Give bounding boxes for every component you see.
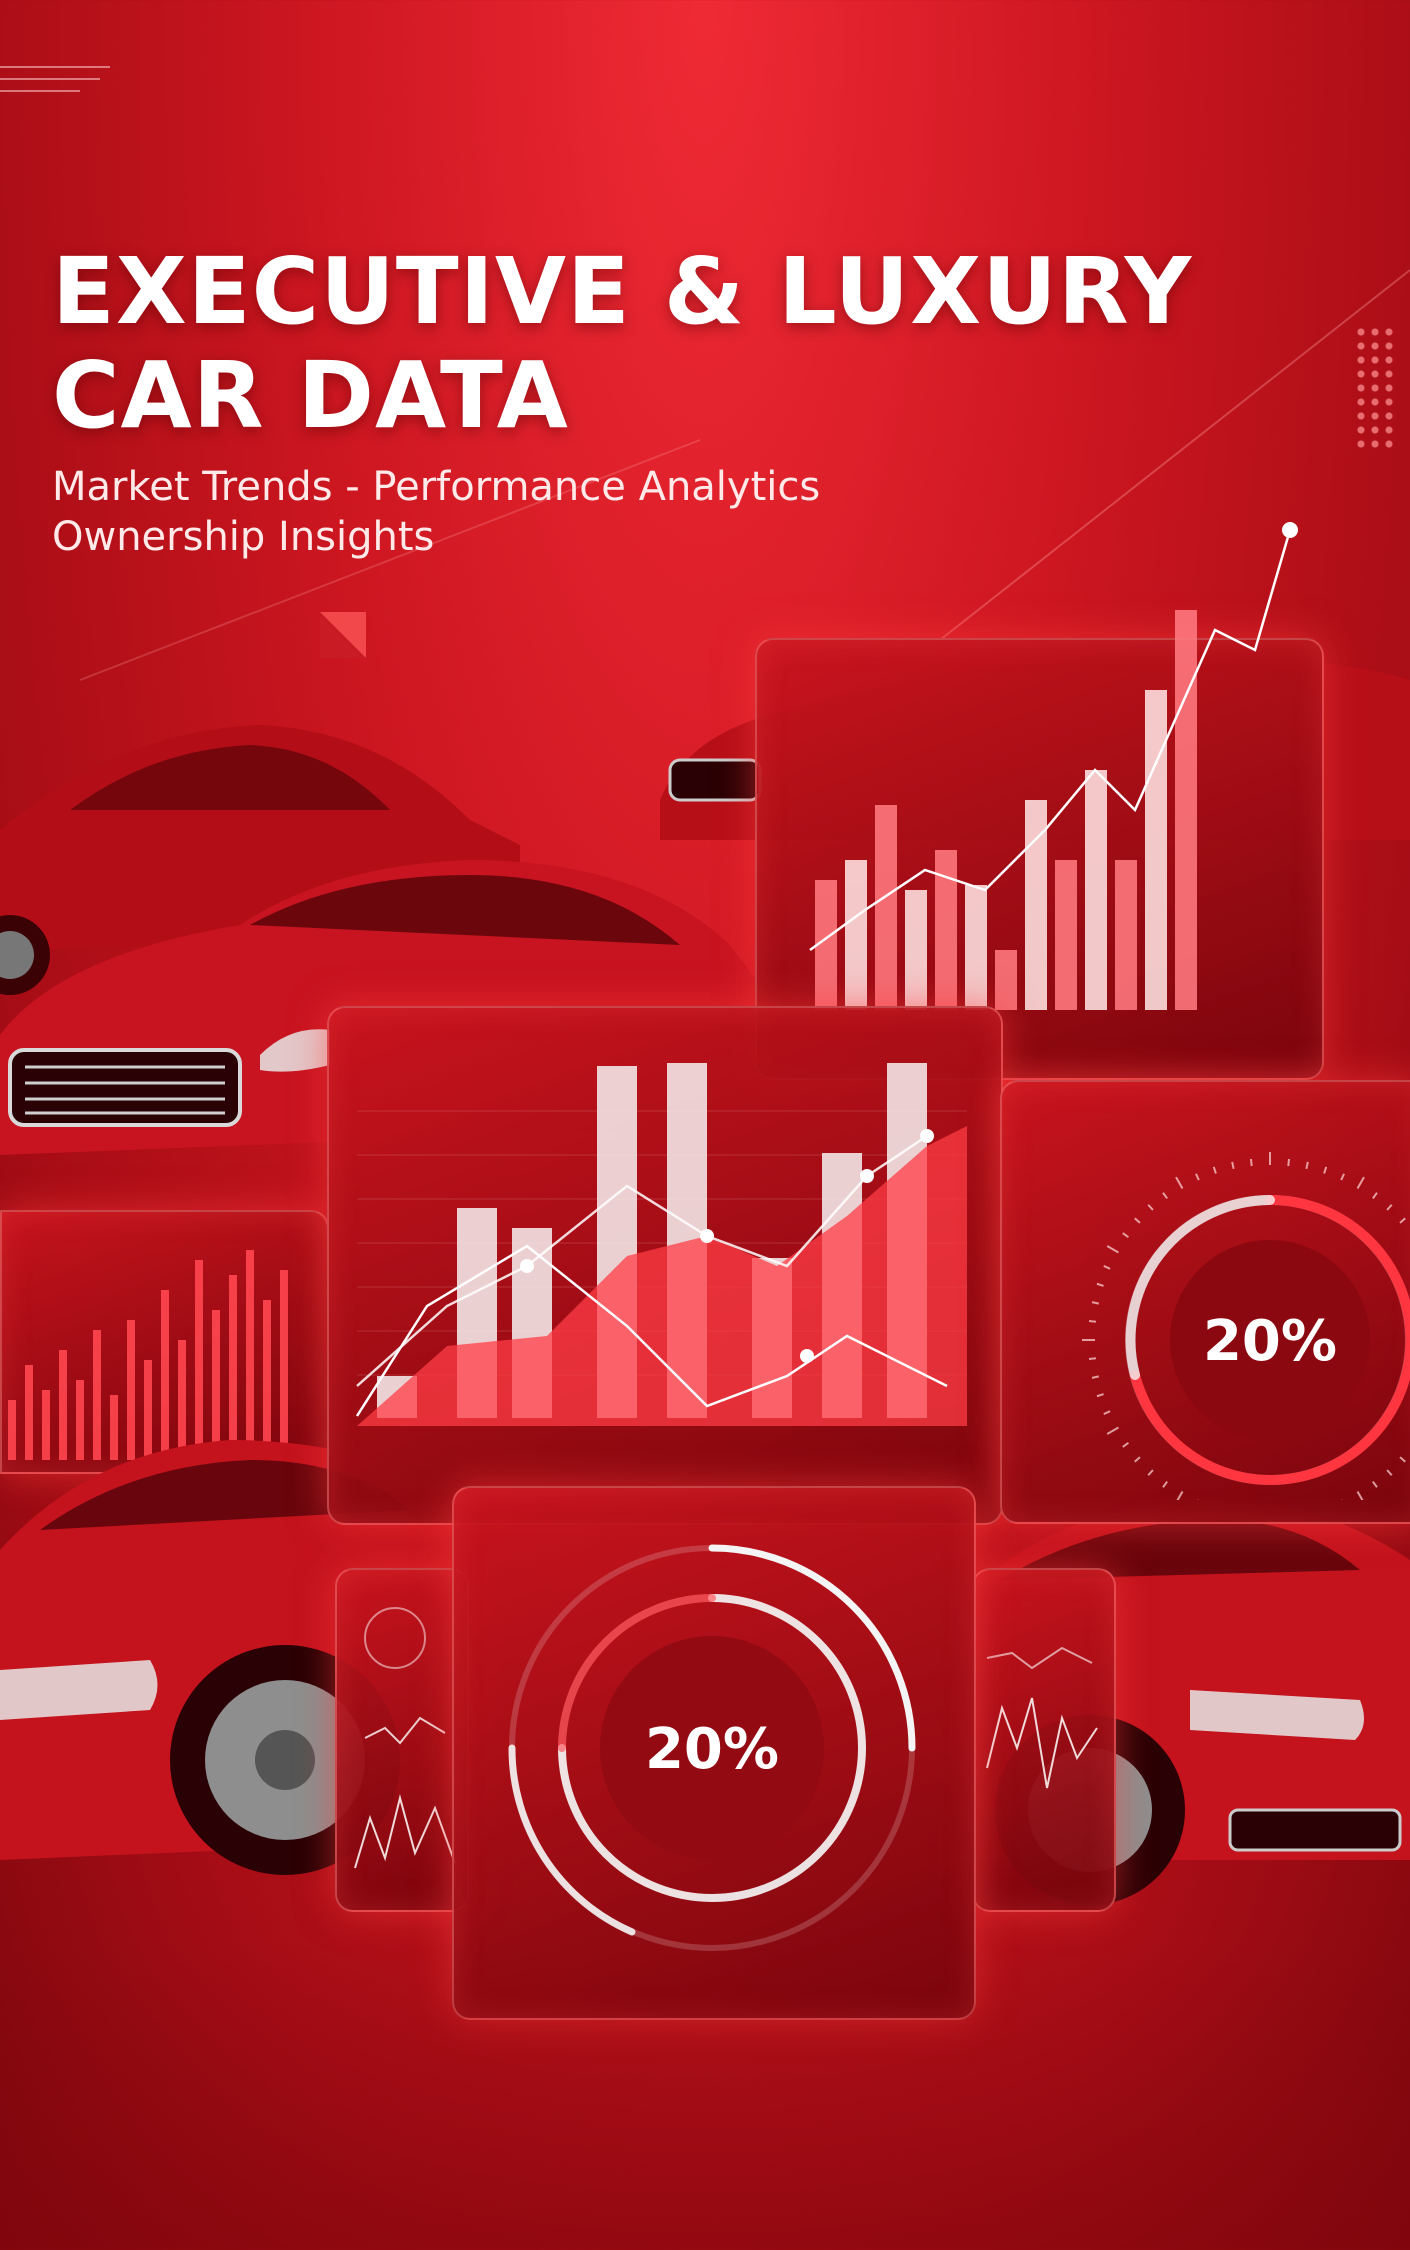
gauge-tick <box>1212 1166 1217 1174</box>
gauge-tick <box>1399 1456 1406 1463</box>
gauge-tick <box>1106 1245 1119 1254</box>
trend-point <box>800 1349 814 1363</box>
trend-point <box>1282 522 1298 538</box>
gauge-tick <box>1372 1480 1378 1488</box>
bar-chart-main <box>355 1063 967 1426</box>
gauge-tick <box>1122 1232 1130 1238</box>
reflective-floor <box>0 1940 1410 2250</box>
gauge-tick <box>1147 1469 1154 1476</box>
chart-bar <box>905 890 927 1010</box>
gauge-tick <box>1323 1166 1328 1174</box>
gauge-tick <box>1103 1410 1111 1415</box>
gauge-tick <box>1175 1176 1184 1189</box>
trend-point <box>520 1259 534 1273</box>
gauge-tick <box>1386 1204 1393 1211</box>
trend-point <box>700 1229 714 1243</box>
gauge-tick <box>1231 1161 1235 1170</box>
chart-bar <box>1175 610 1197 1010</box>
bar-chart-top <box>809 522 1298 1010</box>
title-line-1: EXECUTIVE & LUXURY <box>52 238 1193 345</box>
gauge-tick <box>1096 1282 1104 1287</box>
gauge-tick <box>1340 1173 1345 1181</box>
gauge-tick <box>1356 1176 1365 1189</box>
gauge-tick <box>1386 1469 1393 1476</box>
gauge-tick <box>1103 1265 1111 1270</box>
title-line-2: CAR DATA <box>52 342 569 449</box>
chart-bar <box>845 860 867 1010</box>
gauge-tick <box>1287 1158 1291 1167</box>
circular-gauge-right: 20% <box>1082 1152 1410 1500</box>
chart-bar <box>1085 770 1107 1010</box>
gauge-tick <box>1305 1161 1309 1170</box>
chart-bar <box>1055 860 1077 1010</box>
gauge-tick <box>1096 1393 1104 1398</box>
gauge-tick <box>1249 1158 1253 1167</box>
gauge-tick <box>1195 1173 1200 1181</box>
gauge-tick <box>1134 1456 1141 1463</box>
gauge-tick <box>1122 1442 1130 1448</box>
line-chart-left <box>354 1607 456 1869</box>
chart-bar <box>1145 690 1167 1010</box>
chart-bar <box>995 950 1017 1010</box>
gauge-tick <box>1091 1301 1100 1305</box>
gauge-tick <box>1147 1204 1154 1211</box>
gauge-tick <box>1088 1319 1097 1323</box>
gauge-tick <box>1162 1192 1168 1200</box>
gauge-tick <box>1162 1480 1168 1488</box>
chart-bar <box>965 885 987 1010</box>
gauge-right-value: 20% <box>1203 1309 1337 1374</box>
gauge-tick <box>1356 1491 1364 1500</box>
gauge-tick <box>1088 1357 1097 1361</box>
chart-bar <box>1115 860 1137 1010</box>
gauge-tick <box>1399 1217 1406 1224</box>
circular-gauge-center: 20% <box>508 1544 916 1951</box>
gauge-tick <box>1091 1375 1100 1379</box>
decor-dot-grid <box>1354 325 1396 450</box>
gauge-tick <box>1134 1217 1141 1224</box>
gauge-tick <box>1106 1426 1119 1435</box>
trend-point <box>920 1129 934 1143</box>
chart-bar <box>875 805 897 1010</box>
page-title: EXECUTIVE & LUXURY CAR DATA <box>52 240 1252 448</box>
gauge-tick <box>1176 1491 1184 1500</box>
gauge-tick <box>1372 1192 1378 1200</box>
trend-point <box>860 1169 874 1183</box>
line-chart-right <box>986 1646 1098 1789</box>
gauge-center-value: 20% <box>645 1717 779 1782</box>
